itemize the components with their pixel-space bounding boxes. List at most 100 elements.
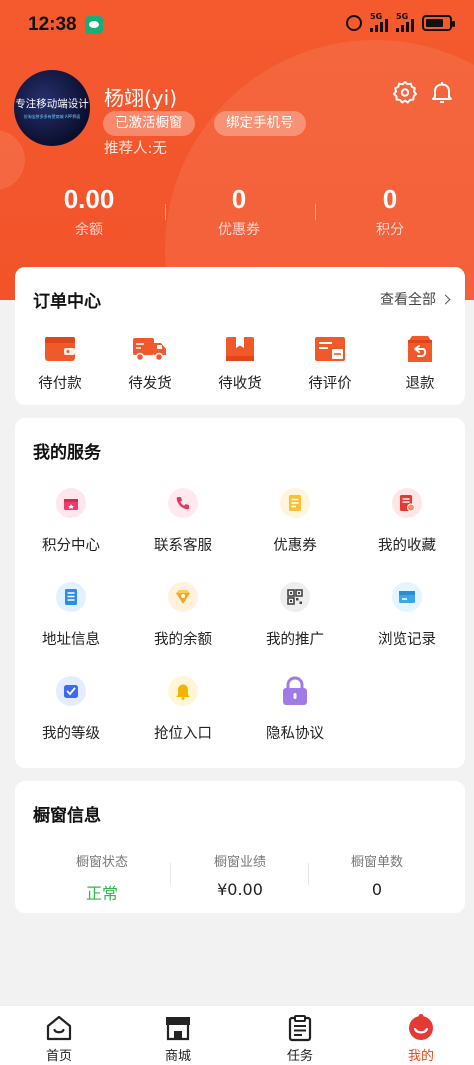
showcase-info-title: 橱窗信息 [33, 806, 101, 826]
showcase-info-card: 橱窗信息 橱窗状态 正常 橱窗业绩 ¥0.00 橱窗单数 0 [15, 781, 465, 913]
tab-label: 任务 [286, 1049, 313, 1064]
order-item-label: 待收货 [218, 376, 262, 392]
service-label: 我的余额 [154, 632, 212, 648]
balance-icon [168, 582, 198, 612]
stat-value: 0 [382, 184, 398, 214]
my-services-title: 我的服务 [33, 443, 101, 463]
stat-label: 优惠券 [218, 222, 260, 238]
store-icon [166, 1017, 190, 1041]
status-right: 5G 5G [346, 12, 455, 32]
qrcode-icon [280, 582, 310, 612]
showcase-status-value: 正常 [85, 884, 118, 903]
showcase-performance: 橱窗业绩 ¥0.00 [170, 851, 310, 899]
bottom-tab-bar: 首页 商城 任务 我的 [0, 1005, 474, 1065]
battery-icon [422, 15, 455, 31]
service-favorites[interactable]: 我的收藏 [351, 488, 463, 555]
truck-icon [133, 338, 166, 362]
notification-bell-icon[interactable] [430, 80, 454, 104]
gift-icon [56, 488, 86, 518]
showcase-status: 橱窗状态 正常 [32, 851, 172, 904]
service-points-center[interactable]: 积分中心 [15, 488, 127, 555]
service-contact-support[interactable]: 联系客服 [127, 488, 239, 555]
wallet-icon [45, 337, 75, 361]
package-icon [226, 337, 254, 361]
service-label: 优惠券 [273, 538, 317, 554]
review-card-icon [315, 337, 345, 361]
order-item-label: 待付款 [38, 376, 82, 392]
username: 杨翊(yi) [104, 86, 177, 110]
order-pending-payment[interactable]: 待付款 [15, 335, 105, 393]
service-label: 积分中心 [42, 538, 100, 554]
stat-coupons[interactable]: 0 优惠券 [164, 184, 314, 239]
service-label: 我的收藏 [378, 538, 436, 554]
tab-home[interactable]: 首页 [0, 1014, 118, 1064]
stat-balance[interactable]: 0.00 余额 [14, 184, 164, 239]
order-item-label: 退款 [405, 376, 435, 392]
showcase-order-count-label: 橱窗单数 [350, 855, 403, 870]
service-label: 浏览记录 [378, 632, 436, 648]
avatar-text: 专注移动端设计 [15, 98, 89, 110]
header-decoration [165, 40, 474, 300]
network-type-label-2: 5G [396, 12, 409, 21]
lock-icon [280, 676, 310, 706]
bind-phone-button[interactable]: 绑定手机号 [214, 111, 306, 136]
home-icon [46, 1015, 72, 1041]
stat-label: 余额 [75, 222, 103, 238]
tab-store[interactable]: 商城 [119, 1014, 237, 1064]
showcase-order-count-value: 0 [371, 880, 383, 899]
service-label: 我的推广 [266, 632, 324, 648]
showcase-performance-label: 橱窗业绩 [213, 855, 266, 870]
history-icon [392, 582, 422, 612]
stat-value: 0.00 [63, 184, 115, 214]
chevron-right-icon [440, 294, 451, 304]
signal-icon-2: 5G [396, 12, 414, 32]
my-services-card: 我的服务 积分中心 联系客服 优惠券 我的收藏 地址信息 我的余额 我的推广 浏… [15, 418, 465, 768]
favorite-doc-icon [392, 488, 422, 518]
order-center-title: 订单中心 [33, 292, 101, 312]
header-decoration-small [0, 130, 25, 190]
service-label: 抢位入口 [154, 726, 212, 742]
service-label: 我的等级 [42, 726, 100, 742]
showcase-activated-badge[interactable]: 已激活橱窗 [103, 111, 195, 136]
stat-label: 积分 [376, 222, 404, 238]
service-privacy[interactable]: 隐私协议 [239, 676, 351, 743]
order-pending-shipment[interactable]: 待发货 [105, 335, 195, 393]
alarm-icon [346, 15, 362, 31]
order-pending-review[interactable]: 待评价 [285, 335, 375, 393]
stat-value: 0 [231, 184, 247, 214]
order-pending-receipt[interactable]: 待收货 [195, 335, 285, 393]
network-type-label: 5G [370, 12, 383, 21]
referrer-text: 推荐人:无 [104, 141, 167, 157]
service-coupons[interactable]: 优惠券 [239, 488, 351, 555]
service-address[interactable]: 地址信息 [15, 582, 127, 649]
view-all-label: 查看全部 [380, 292, 436, 308]
tab-profile[interactable]: 我的 [362, 1014, 474, 1064]
showcase-performance-value: ¥0.00 [217, 880, 263, 899]
signal-icon: 5G [370, 12, 388, 32]
avatar[interactable]: 专注移动端设计 仿淘宝拼多多有赞商城 APP界面 [14, 70, 90, 146]
profile-icon [409, 1014, 433, 1040]
bell-icon [168, 676, 198, 706]
profile-header: 12:38 5G 5G 专注移动端设计 仿淘宝拼多多有赞商城 APP界面 杨翊(… [0, 0, 474, 300]
refund-icon [408, 336, 432, 362]
tab-tasks[interactable]: 任务 [241, 1014, 359, 1064]
gear-icon[interactable] [393, 80, 417, 104]
tab-label: 首页 [45, 1049, 72, 1064]
avatar-subtext: 仿淘宝拼多多有赞商城 APP界面 [23, 114, 81, 119]
view-all-orders-link[interactable]: 查看全部 [380, 289, 451, 309]
service-balance[interactable]: 我的余额 [127, 582, 239, 649]
address-icon [56, 582, 86, 612]
level-icon [56, 676, 86, 706]
order-item-label: 待发货 [128, 376, 172, 392]
phone-icon [168, 488, 198, 518]
status-bar: 12:38 5G 5G [0, 0, 474, 50]
showcase-order-count: 橱窗单数 0 [307, 851, 447, 899]
service-history[interactable]: 浏览记录 [351, 582, 463, 649]
order-center-card: 订单中心 查看全部 待付款 待发货 待收货 待评价 退款 [15, 267, 465, 405]
service-label: 联系客服 [154, 538, 212, 554]
service-promotion[interactable]: 我的推广 [239, 582, 351, 649]
stat-points[interactable]: 0 积分 [315, 184, 465, 239]
service-level[interactable]: 我的等级 [15, 676, 127, 743]
service-grab-entry[interactable]: 抢位入口 [127, 676, 239, 743]
order-refund[interactable]: 退款 [375, 335, 465, 393]
